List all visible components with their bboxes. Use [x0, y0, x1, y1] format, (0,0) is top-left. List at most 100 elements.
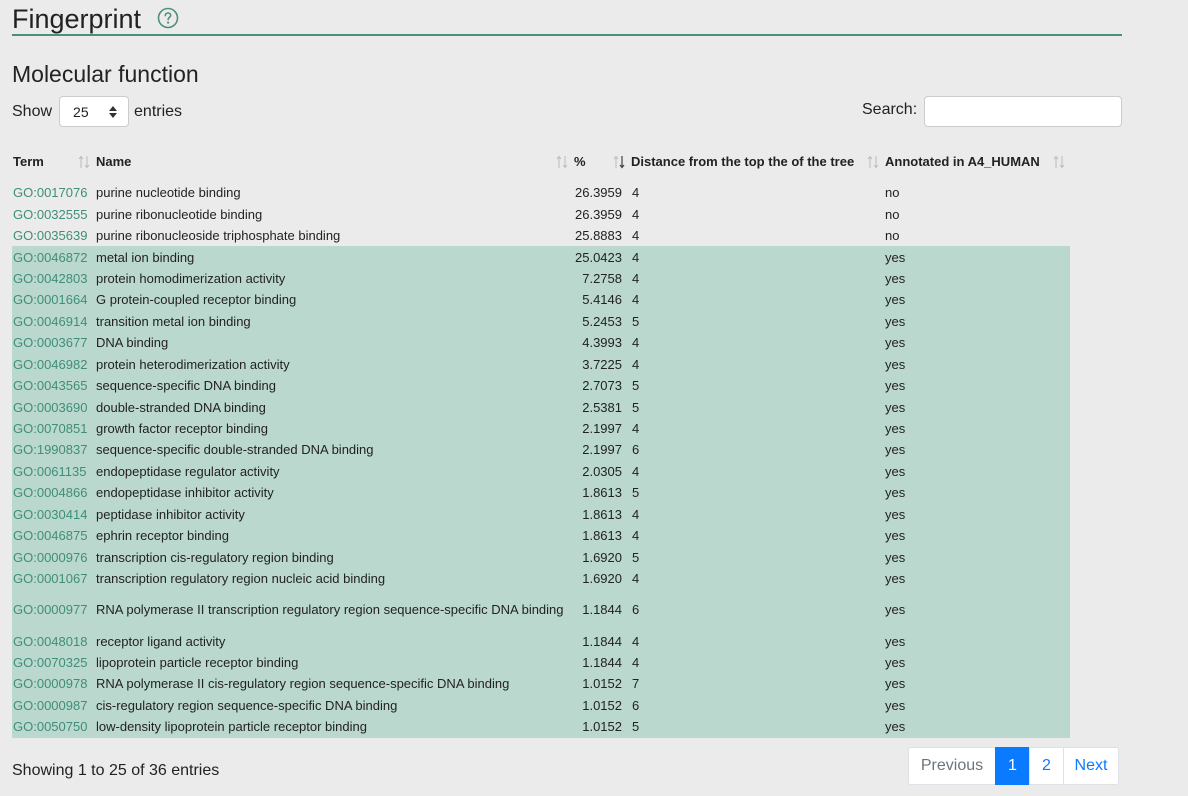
distance-cell: 4 — [630, 630, 884, 652]
term-link[interactable]: GO:0003677 — [13, 335, 87, 350]
term-link[interactable]: GO:0017076 — [13, 185, 87, 200]
column-header-term[interactable]: Term — [12, 141, 95, 182]
column-header-name[interactable]: Name — [95, 141, 573, 182]
page-2-button[interactable]: 2 — [1029, 747, 1064, 785]
annotated-cell: yes — [884, 546, 1070, 568]
table-row: GO:0004866 endopeptidase inhibitor activi… — [12, 482, 1070, 504]
annotated-cell: yes — [884, 267, 1070, 290]
term-link[interactable]: GO:0070325 — [13, 655, 87, 670]
column-header-label: Name — [96, 153, 132, 169]
column-header-percent[interactable]: % — [573, 141, 630, 182]
term-link[interactable]: GO:0048018 — [13, 634, 87, 649]
term-link[interactable]: GO:0043565 — [13, 378, 87, 393]
name-cell: RNA polymerase II transcription regulato… — [95, 589, 573, 631]
term-cell: GO:0035639 — [12, 225, 95, 246]
term-cell: GO:0043565 — [12, 374, 95, 397]
term-cell: GO:0032555 — [12, 203, 95, 224]
search-input[interactable] — [924, 96, 1122, 127]
annotated-cell: yes — [884, 503, 1070, 525]
table-row: GO:0070325 lipoprotein particle receptor … — [12, 651, 1070, 674]
column-header-annotated[interactable]: Annotated in A4_HUMAN — [884, 141, 1070, 182]
term-link[interactable]: GO:0046872 — [13, 250, 87, 265]
table-row: GO:0050750 low-density lipoprotein partic… — [12, 716, 1070, 738]
term-cell: GO:0046875 — [12, 525, 95, 547]
name-cell: transcription regulatory region nucleic … — [95, 567, 573, 590]
term-link[interactable]: GO:0035639 — [13, 228, 87, 243]
table-row: GO:0001067 transcription regulatory regio… — [12, 567, 1070, 590]
distance-cell: 4 — [630, 246, 884, 268]
column-header-label: Term — [13, 153, 44, 169]
annotated-cell: yes — [884, 353, 1070, 375]
table-row: GO:0001664 G protein-coupled receptor bin… — [12, 289, 1070, 311]
percent-cell: 26.3959 — [575, 185, 622, 201]
term-link[interactable]: GO:0001664 — [13, 292, 87, 307]
name-cell: receptor ligand activity — [95, 630, 573, 652]
term-cell: GO:0061135 — [12, 460, 95, 483]
percent-cell: 25.0423 — [573, 246, 630, 268]
table-row: GO:0003690 double-stranded DNA binding 2.5… — [12, 396, 1070, 418]
column-header-label: Annotated in A4_HUMAN — [885, 153, 1040, 169]
term-link[interactable]: GO:0046875 — [13, 528, 87, 543]
distance-cell: 5 — [630, 546, 884, 568]
term-link[interactable]: GO:0001067 — [13, 571, 87, 586]
distance-cell: 5 — [630, 716, 884, 738]
term-cell: GO:0046914 — [12, 310, 95, 333]
name-cell: cis-regulatory region sequence-specific … — [95, 694, 573, 717]
name-cell: transcription cis-regulatory region bind… — [95, 546, 573, 568]
annotated-cell: yes — [884, 396, 1070, 418]
sort-descending-icon — [613, 155, 625, 169]
page-size-select[interactable]: 25 — [59, 96, 130, 127]
term-link[interactable]: GO:0000978 — [13, 676, 87, 691]
term-link[interactable]: GO:0070851 — [13, 421, 87, 436]
term-link[interactable]: GO:0004866 — [13, 485, 87, 500]
annotated-cell: yes — [884, 374, 1070, 397]
name-cell: protein heterodimerization activity — [95, 353, 573, 375]
table-row: GO:0000978 RNA polymerase II cis-regulato… — [12, 673, 1070, 695]
name-cell: endopeptidase inhibitor activity — [95, 482, 573, 504]
name-cell: purine nucleotide binding — [96, 185, 241, 201]
term-link[interactable]: GO:0000977 — [13, 602, 87, 617]
percent-cell: 5.2453 — [573, 310, 630, 333]
term-link[interactable]: GO:0061135 — [13, 464, 86, 479]
question-circle-icon[interactable] — [157, 7, 179, 29]
annotated-cell: yes — [884, 289, 1070, 311]
term-cell: GO:0001067 — [12, 567, 95, 590]
distance-cell: 6 — [630, 439, 884, 461]
term-link[interactable]: GO:0003690 — [13, 400, 87, 415]
term-link[interactable]: GO:0032555 — [13, 207, 87, 222]
term-link[interactable]: GO:0046982 — [13, 357, 87, 372]
term-link[interactable]: GO:0050750 — [13, 719, 87, 734]
previous-page-button[interactable]: Previous — [908, 747, 996, 785]
distance-cell: 6 — [630, 589, 884, 631]
sort-icon — [556, 155, 568, 169]
name-cell: transition metal ion binding — [95, 310, 573, 333]
percent-cell: 2.5381 — [573, 396, 630, 418]
distance-cell: 5 — [630, 374, 884, 397]
name-cell: growth factor receptor binding — [95, 417, 573, 440]
page-1-button[interactable]: 1 — [995, 747, 1030, 785]
select-arrows-icon — [109, 106, 118, 118]
distance-cell: 7 — [630, 673, 884, 695]
name-cell: protein homodimerization activity — [95, 267, 573, 290]
term-link[interactable]: GO:0000976 — [13, 550, 87, 565]
column-header-label: % — [574, 153, 586, 169]
term-link[interactable]: GO:0046914 — [13, 314, 87, 329]
distance-cell: 4 — [632, 228, 640, 244]
term-cell: GO:1990837 — [12, 439, 95, 461]
distance-cell: 4 — [630, 353, 884, 375]
term-cell: GO:0000987 — [12, 694, 95, 717]
percent-cell: 1.8613 — [573, 525, 630, 547]
percent-cell: 1.0152 — [573, 694, 630, 717]
term-link[interactable]: GO:0030414 — [13, 507, 87, 522]
annotated-cell: yes — [884, 332, 1070, 354]
term-link[interactable]: GO:1990837 — [13, 442, 87, 457]
next-page-button[interactable]: Next — [1063, 747, 1119, 785]
term-link[interactable]: GO:0042803 — [13, 271, 87, 286]
column-header-distance[interactable]: Distance from the top the of the tree — [630, 141, 884, 182]
percent-cell: 1.1844 — [573, 589, 630, 631]
table-row: GO:0061135 endopeptidase regulator activi… — [12, 460, 1070, 483]
percent-cell: 2.0305 — [573, 460, 630, 483]
distance-cell: 4 — [630, 417, 884, 440]
percent-cell: 7.2758 — [573, 267, 630, 290]
term-link[interactable]: GO:0000987 — [13, 698, 87, 713]
